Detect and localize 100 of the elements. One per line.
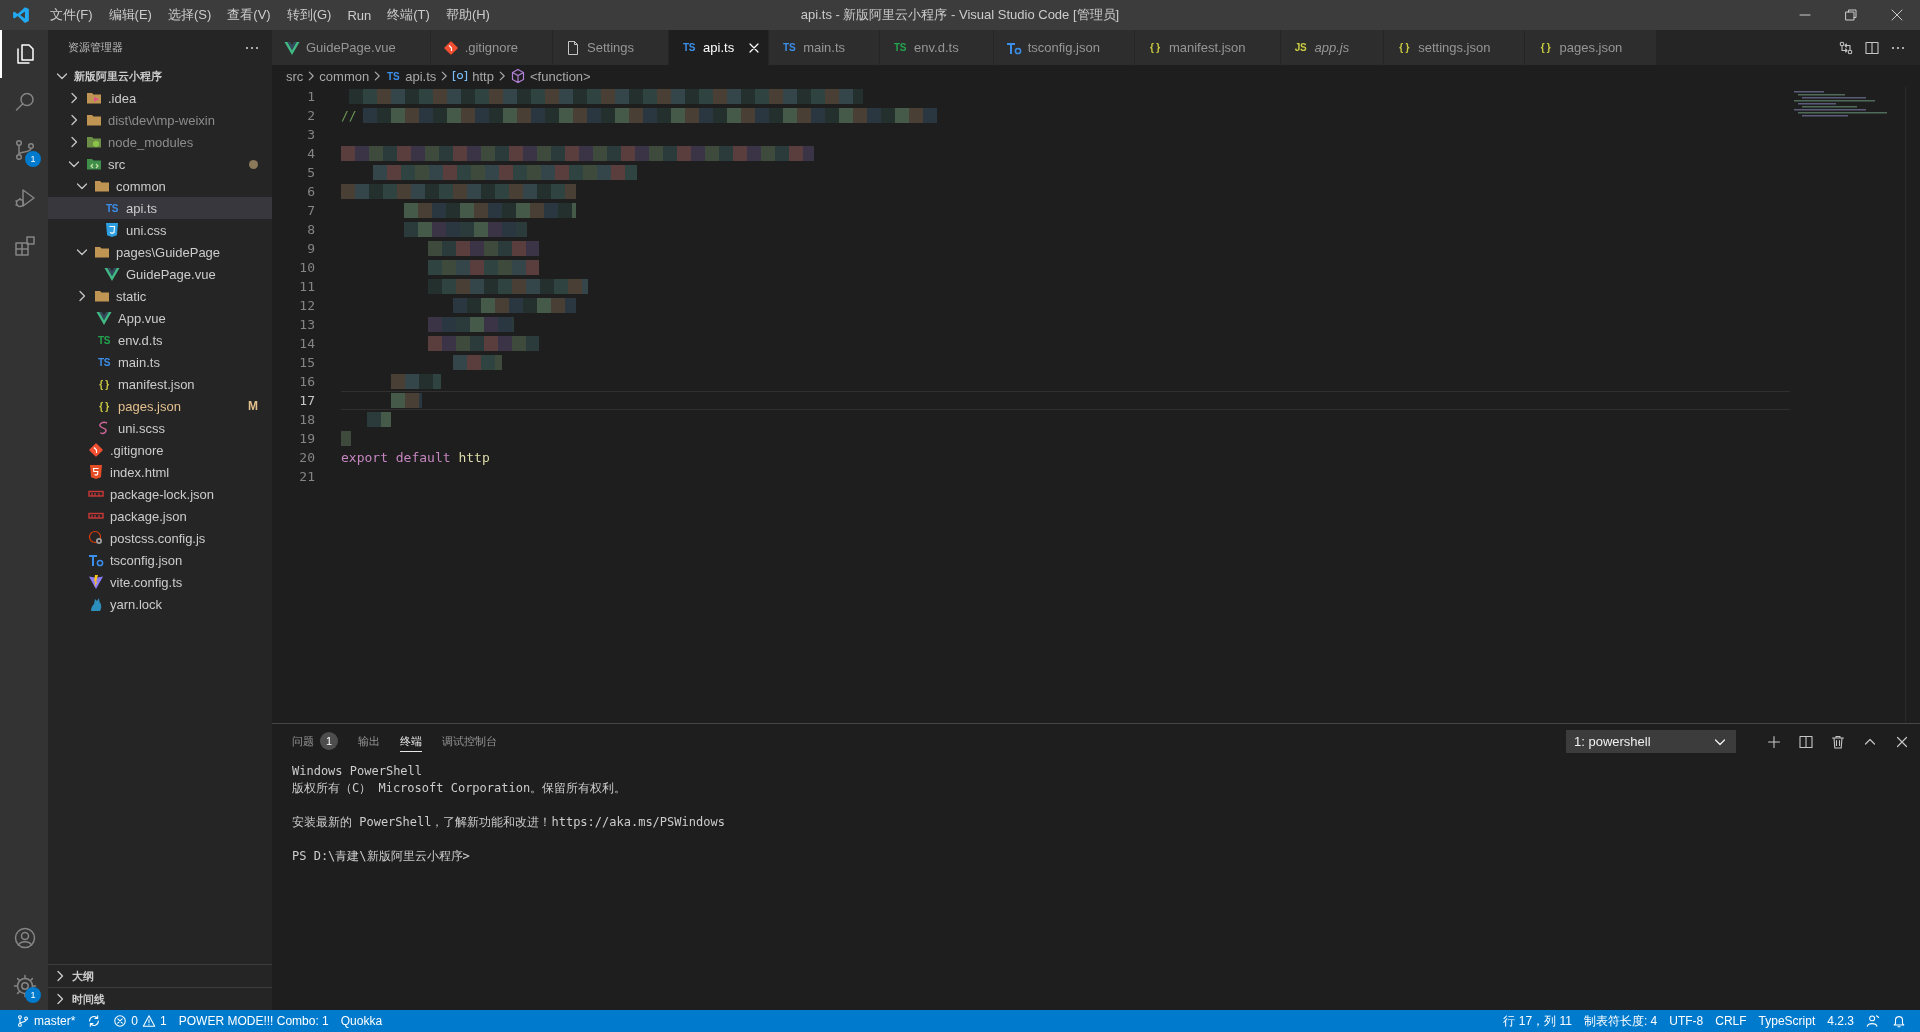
editor-tab[interactable]: { } settings.json	[1384, 30, 1526, 65]
panel-tab[interactable]: 终端	[400, 731, 422, 752]
tree-item[interactable]: dist\dev\mp-weixin	[48, 109, 272, 131]
file-type-label: TS	[104, 202, 120, 214]
problems-indicator[interactable]: 0 1	[107, 1010, 173, 1032]
line-number: 6	[306, 183, 316, 201]
tree-item[interactable]: .idea	[48, 87, 272, 109]
panel-tab[interactable]: 调试控制台	[442, 731, 497, 752]
close-icon[interactable]	[1889, 7, 1905, 23]
menu-item[interactable]: 终端(T)	[379, 3, 438, 27]
editor-tab[interactable]: TS env.d.ts	[880, 30, 994, 65]
breadcrumb-item[interactable]: http	[472, 68, 494, 84]
menu-item[interactable]: 转到(G)	[278, 3, 340, 27]
tree-item[interactable]: src	[48, 153, 272, 175]
line-number: 20	[298, 449, 316, 467]
tree-item[interactable]: tsconfig.json	[48, 549, 272, 571]
editor-tab[interactable]: GuidePage.vue	[272, 30, 431, 65]
tree-item[interactable]: vite.config.ts	[48, 571, 272, 593]
tree-item[interactable]: .gitignore	[48, 439, 272, 461]
status-item[interactable]: 4.2.3	[1821, 1010, 1860, 1032]
tree-item[interactable]: GuidePage.vue	[48, 263, 272, 285]
line-number: 16	[298, 373, 316, 391]
editor-tab[interactable]: { } pages.json	[1525, 30, 1658, 65]
plus-icon[interactable]	[1766, 733, 1782, 750]
circle-gear-icon	[88, 530, 104, 546]
search-icon	[13, 90, 37, 114]
tree-item[interactable]: App.vue	[48, 307, 272, 329]
triangle-icon	[88, 574, 104, 590]
tree-item[interactable]: pages\GuidePage	[48, 241, 272, 263]
sync-icon[interactable]	[87, 1014, 102, 1028]
section-header[interactable]: 大纲	[48, 964, 272, 987]
folder-header[interactable]: 新版阿里云小程序	[48, 65, 272, 87]
editor-tab[interactable]: TS api.ts	[669, 30, 770, 65]
code-line: //	[341, 108, 357, 123]
tree-item[interactable]: package.json	[48, 505, 272, 527]
editor-tab[interactable]: { } manifest.json	[1134, 30, 1281, 65]
tree-item[interactable]: postcss.config.js	[48, 527, 272, 549]
compare-icon[interactable]	[1838, 39, 1854, 56]
split-icon[interactable]	[1798, 733, 1814, 750]
tree-item[interactable]: uni.css	[48, 219, 272, 241]
line-number: 5	[306, 164, 316, 182]
split-editor-icon[interactable]	[1864, 39, 1880, 56]
terminal-select[interactable]: 1: powershell	[1566, 730, 1736, 753]
line-number: 19	[298, 430, 316, 448]
tree-item[interactable]: TS api.ts	[48, 197, 272, 219]
menu-item[interactable]: 文件(F)	[42, 3, 101, 27]
panel-tab[interactable]: 输出	[358, 731, 380, 752]
status-item[interactable]: POWER MODE!!! Combo: 1	[172, 1010, 335, 1032]
tree-item[interactable]: yarn.lock	[48, 593, 272, 615]
breadcrumb-item[interactable]: common	[319, 68, 370, 84]
breadcrumb-item[interactable]: api.ts	[405, 68, 437, 84]
status-item[interactable]: Quokka	[334, 1010, 389, 1032]
line-number: 11	[298, 278, 316, 296]
tree-item[interactable]: { } pages.json M	[48, 395, 272, 417]
menu-item[interactable]: 查看(V)	[219, 3, 279, 27]
folder-icon	[86, 90, 102, 106]
tree-item[interactable]: TS main.ts	[48, 351, 272, 373]
tree-item[interactable]: node_modules	[48, 131, 272, 153]
editor-tab[interactable]: Settings	[553, 30, 670, 65]
trash-icon[interactable]	[1830, 733, 1846, 750]
line-number: 12	[298, 297, 316, 315]
branch-indicator[interactable]: master*	[10, 1010, 82, 1032]
tree-item[interactable]: index.html	[48, 461, 272, 483]
tree-item[interactable]: package-lock.json	[48, 483, 272, 505]
status-item[interactable]: TypeScript	[1752, 1010, 1822, 1032]
editor-tab[interactable]: JS app.js	[1280, 30, 1385, 65]
window-title: api.ts - 新版阿里云小程序 - Visual Studio Code [管理员]	[800, 6, 1120, 24]
status-item[interactable]: UTF-8	[1663, 1010, 1710, 1032]
terminal-line: PS D:\青建\新版阿里云小程序>	[292, 848, 471, 865]
settings-button[interactable]: 1	[0, 962, 48, 1010]
tree-item[interactable]: common	[48, 175, 272, 197]
status-item[interactable]: 制表符长度: 4	[1577, 1010, 1664, 1032]
panel-tab[interactable]: 问题 1	[292, 731, 338, 752]
breadcrumb-item[interactable]: <function>	[529, 68, 591, 84]
editor-tab[interactable]: TS main.ts	[769, 30, 881, 65]
menu-item[interactable]: 选择(S)	[159, 3, 220, 27]
v-shape-icon	[284, 39, 300, 56]
bell-icon[interactable]	[1892, 1014, 1906, 1028]
tree-item[interactable]: uni.scss	[48, 417, 272, 439]
status-item[interactable]: CRLF	[1709, 1010, 1753, 1032]
git-status-letter: M	[248, 399, 258, 413]
menu-item[interactable]: Run	[339, 4, 380, 26]
tree-item[interactable]: static	[48, 285, 272, 307]
tree-item[interactable]: { } manifest.json	[48, 373, 272, 395]
tree-item[interactable]: TS env.d.ts	[48, 329, 272, 351]
menu-item[interactable]: 帮助(H)	[437, 3, 498, 27]
status-item[interactable]: 行 17，列 11	[1497, 1010, 1578, 1032]
source-control-button[interactable]: 1	[0, 126, 48, 174]
folder-icon	[86, 156, 102, 172]
folder-icon	[94, 244, 110, 260]
branch-icon	[16, 1014, 30, 1028]
editor-tab[interactable]: .gitignore	[430, 30, 554, 65]
breadcrumb-item[interactable]: src	[286, 68, 304, 84]
restore-icon[interactable]	[1843, 7, 1859, 23]
line-number: 18	[298, 411, 316, 429]
editor-tab[interactable]: tsconfig.json	[993, 30, 1135, 65]
file-type-label: TS	[782, 42, 797, 53]
person-icon[interactable]	[1866, 1014, 1880, 1028]
line-number: 21	[298, 468, 316, 486]
menu-item[interactable]: 编辑(E)	[100, 3, 160, 27]
